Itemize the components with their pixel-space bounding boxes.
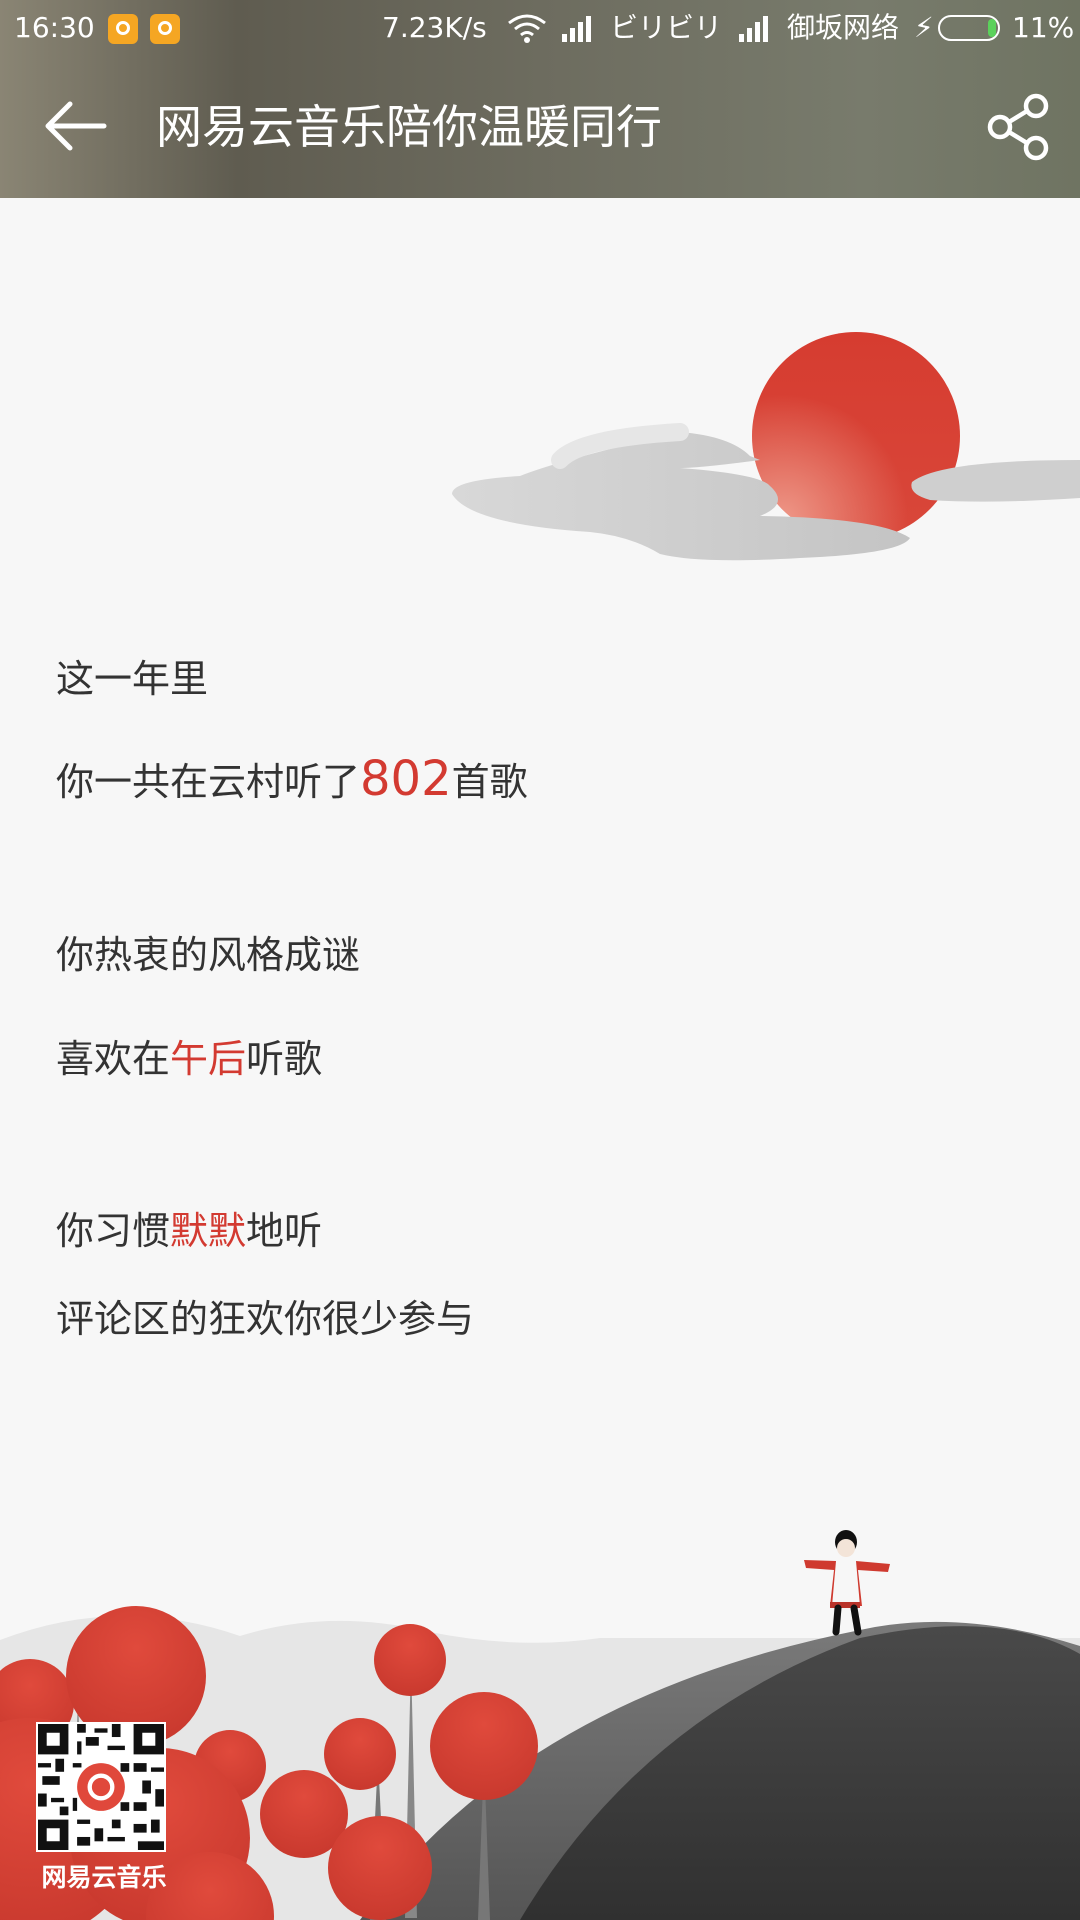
carrier-name-2: 御坂网络: [787, 11, 900, 44]
battery-icon: [938, 15, 1000, 41]
report-line-2: 你一共在云村听了802首歌: [56, 754, 528, 807]
signal-icon: [739, 16, 768, 42]
report-line-3: 你热衷的风格成谜: [56, 933, 361, 977]
report-line-5-suffix: 地听: [246, 1209, 323, 1253]
network-speed: 7.23K/s: [382, 11, 487, 44]
brand-name: 网易云音乐: [41, 1863, 167, 1892]
notification-icon: [150, 14, 180, 44]
signal-icon: [562, 16, 591, 42]
charging-icon: ⚡: [914, 11, 934, 44]
page-title: 网易云音乐陪你温暖同行: [156, 100, 662, 154]
annual-report-card: 这一年里 你一共在云村听了802首歌 你热衷的风格成谜 喜欢在午后听歌 你习惯默…: [0, 198, 1080, 1920]
report-line-4-prefix: 喜欢在: [56, 1037, 171, 1081]
status-bar: 16:30 7.23K/s ビリビリ 御坂网络 ⚡ 11%: [0, 0, 1080, 56]
listening-time: 午后: [170, 1037, 247, 1081]
report-line-4: 喜欢在午后听歌: [56, 1034, 322, 1084]
arrow-left-icon[interactable]: [40, 96, 110, 156]
person-figure: [804, 1530, 890, 1636]
report-line-1: 这一年里: [56, 657, 209, 701]
report-line-6: 评论区的狂欢你很少参与: [56, 1297, 475, 1341]
app-header: 16:30 7.23K/s ビリビリ 御坂网络 ⚡ 11% 网易云音乐陪你温暖同…: [0, 0, 1080, 198]
carrier-name-1: ビリビリ: [610, 11, 723, 44]
share-icon[interactable]: [984, 92, 1054, 162]
qr-code-icon: [36, 1722, 166, 1852]
wifi-icon: [508, 14, 546, 43]
report-line-4-suffix: 听歌: [246, 1037, 323, 1081]
battery-percent: 11%: [1012, 11, 1075, 44]
listening-habit: 默默: [170, 1209, 247, 1253]
report-line-2-suffix: 首歌: [451, 760, 528, 804]
song-count: 802: [360, 751, 452, 807]
notification-icon: [108, 14, 138, 44]
report-line-5: 你习惯默默地听: [56, 1206, 322, 1256]
report-line-2-prefix: 你一共在云村听了: [56, 760, 361, 804]
status-time: 16:30: [14, 11, 95, 44]
report-line-5-prefix: 你习惯: [56, 1209, 171, 1253]
qr-code-block: 网易云音乐: [36, 1722, 170, 1892]
